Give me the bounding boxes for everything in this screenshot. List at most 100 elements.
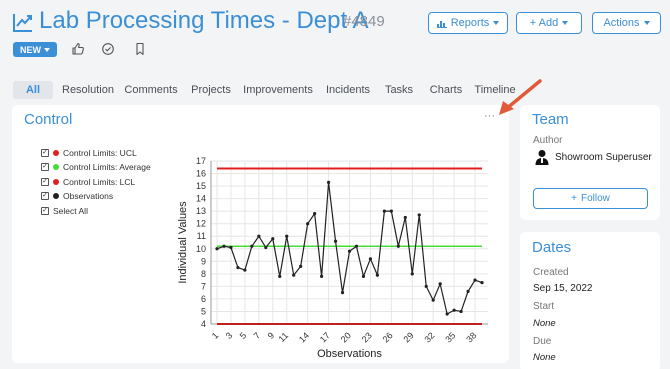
observation-point: [368, 257, 373, 261]
observation-point: [459, 309, 463, 314]
tab-incidents[interactable]: Incidents: [320, 81, 376, 99]
due-label: Due: [533, 336, 552, 347]
y-tick-label: 4: [201, 319, 206, 329]
y-tick-label: 11: [197, 231, 206, 241]
observation-point: [229, 245, 233, 250]
observation-point: [326, 180, 331, 184]
observation-point: [361, 274, 366, 278]
observation-point: [285, 234, 289, 238]
thumbs-up-icon[interactable]: [71, 42, 85, 56]
legend-ucl[interactable]: ✓ Control Limits: UCL: [41, 148, 137, 158]
select-all-label: Select All: [53, 206, 88, 216]
observation-point: [340, 291, 345, 295]
observation-point: [466, 289, 470, 293]
tab-improvements[interactable]: Improvements: [240, 81, 316, 99]
check-circle-icon[interactable]: [101, 42, 115, 56]
tab-projects[interactable]: Projects: [186, 81, 236, 99]
observation-point: [313, 212, 317, 216]
reports-button[interactable]: Reports: [428, 12, 508, 34]
checkbox-icon: ✓: [41, 163, 49, 171]
observation-point: [257, 234, 261, 238]
author-name: Showroom Superuser: [555, 152, 652, 163]
tab-all[interactable]: All: [13, 81, 53, 99]
observation-point: [354, 244, 359, 248]
dates-title: Dates: [532, 239, 572, 256]
x-tick-label: 7: [252, 330, 263, 341]
status-label: NEW: [20, 44, 41, 55]
y-tick-label: 7: [201, 281, 206, 291]
start-label: Start: [533, 301, 555, 312]
observation-point: [215, 247, 219, 251]
observation-point: [410, 272, 414, 276]
y-tick-label: 14: [196, 194, 206, 204]
red-dot-icon: [53, 150, 59, 156]
y-tick-label: 10: [196, 244, 206, 254]
add-label: + Add: [529, 17, 559, 29]
observation-point: [431, 298, 435, 302]
y-tick-label: 13: [196, 206, 206, 216]
chevron-down-icon: [493, 21, 500, 25]
add-button[interactable]: + Add: [516, 12, 582, 34]
observation-point: [389, 209, 393, 213]
page-title: Lab Processing Times - Dept A: [39, 7, 369, 34]
x-axis-label: Observations: [317, 348, 382, 360]
observation-point: [347, 249, 352, 253]
tab-charts[interactable]: Charts: [424, 81, 468, 99]
legend-lcl[interactable]: ✓ Control Limits: LCL: [41, 177, 135, 187]
legend-label: Control Limits: UCL: [63, 148, 137, 158]
observation-point: [333, 239, 338, 243]
chevron-down-icon: [44, 47, 50, 52]
trend-chart-icon: [13, 14, 32, 32]
observation-point: [382, 209, 386, 213]
y-tick-label: 17: [196, 156, 206, 166]
observation-point: [292, 273, 296, 277]
follow-button[interactable]: + Follow: [533, 188, 648, 209]
x-tick-label: 35: [443, 330, 457, 344]
observation-point: [473, 278, 477, 282]
tab-resolution[interactable]: Resolution: [58, 81, 118, 99]
observation-point: [299, 264, 303, 268]
x-tick-label: 32: [422, 330, 436, 344]
green-dot-icon: [53, 164, 59, 170]
observation-point: [243, 268, 247, 272]
bookmark-icon[interactable]: [133, 42, 147, 56]
record-id: #4849: [343, 13, 385, 30]
y-axis-label: Individual Values: [177, 201, 189, 284]
y-tick-label: 6: [201, 294, 206, 304]
actions-label: Actions: [603, 17, 640, 29]
legend-average[interactable]: ✓ Control Limits: Average: [41, 162, 151, 172]
created-value: Sep 15, 2022: [533, 283, 593, 294]
x-tick-label: 11: [276, 330, 290, 344]
tab-comments[interactable]: Comments: [122, 81, 180, 99]
observation-point: [375, 273, 379, 277]
observation-point: [306, 222, 310, 226]
x-tick-label: 38: [464, 330, 478, 344]
observation-point: [417, 213, 421, 217]
avatar: [535, 150, 549, 165]
legend-observations[interactable]: ✓ Observations: [41, 191, 113, 201]
observation-point: [403, 215, 407, 220]
x-tick-label: 20: [339, 330, 353, 344]
checkbox-icon: ✓: [41, 149, 49, 157]
x-tick-label: 23: [360, 330, 374, 344]
follow-label: Follow: [580, 193, 610, 204]
x-tick-label: 17: [318, 330, 332, 344]
observation-point: [264, 245, 268, 250]
author-label: Author: [533, 135, 563, 146]
plus-icon: +: [571, 193, 577, 204]
observation-point: [396, 244, 400, 248]
observation-point: [236, 265, 240, 270]
y-tick-label: 5: [201, 306, 206, 316]
chevron-down-icon: [643, 21, 650, 25]
x-tick-label: 14: [297, 330, 311, 344]
tab-tasks[interactable]: Tasks: [380, 81, 418, 99]
x-tick-label: 1: [210, 330, 221, 341]
select-all[interactable]: ✓ Select All: [41, 206, 88, 216]
control-chart: 45678910111213141516171 3 5 7 9 11 14 17 20 23 26 2…: [177, 156, 488, 360]
due-value: None: [533, 352, 556, 363]
checkbox-icon: ✓: [41, 207, 49, 215]
red-dot-icon: [53, 179, 59, 185]
status-badge[interactable]: NEW: [13, 42, 57, 57]
y-tick-label: 12: [196, 219, 206, 229]
actions-button[interactable]: Actions: [592, 12, 661, 34]
